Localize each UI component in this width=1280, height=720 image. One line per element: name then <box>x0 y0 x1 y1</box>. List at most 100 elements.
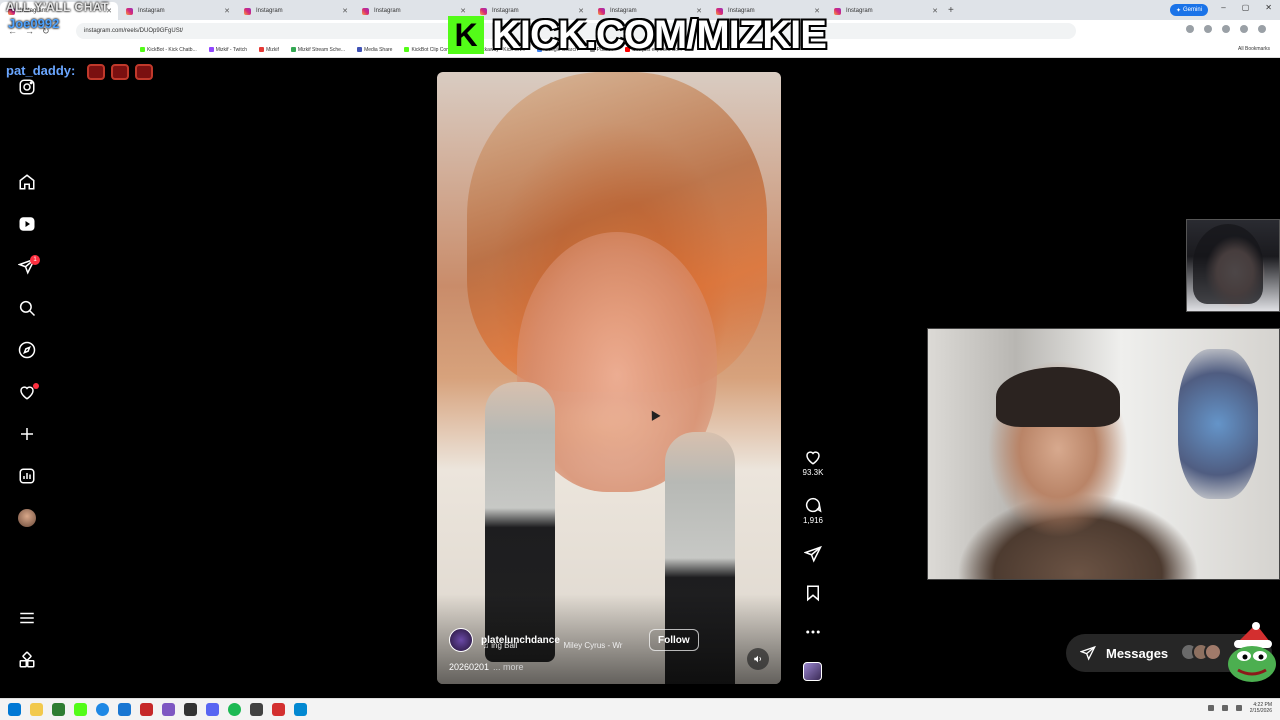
browser-tab[interactable]: Instagram ✕ <box>236 2 354 20</box>
new-tab-button[interactable]: + <box>948 5 954 16</box>
chevron-up-icon[interactable] <box>1207 705 1214 711</box>
chat-title: ALL Y'ALL CHAT <box>6 0 109 14</box>
create-plus-icon[interactable] <box>18 425 36 443</box>
star-icon[interactable] <box>1204 25 1212 33</box>
bookmark-item[interactable]: Mizkif Stream Sche... <box>290 46 346 53</box>
window-controls: – ▢ ✕ <box>1221 3 1272 12</box>
volume-icon[interactable] <box>1235 705 1242 711</box>
share-button[interactable] <box>800 545 826 563</box>
app-icon[interactable] <box>272 703 285 716</box>
tab-close-icon[interactable]: ✕ <box>342 7 348 15</box>
bookmark-label: Mizkif Stream Sche... <box>297 46 346 53</box>
tab-title: Instagram <box>846 8 873 14</box>
like-button[interactable]: 93.3K <box>800 448 826 477</box>
webcam-overlay-small <box>1186 219 1280 312</box>
chat-username: pat_daddy: <box>6 63 76 78</box>
emote-icon <box>86 63 105 80</box>
message-avatars <box>1180 643 1222 661</box>
chat-emotes <box>86 63 153 80</box>
instagram-logo-icon[interactable] <box>18 78 36 96</box>
avatar <box>1204 643 1222 661</box>
obs-icon[interactable] <box>184 703 197 716</box>
more-options-button[interactable] <box>800 623 826 641</box>
tab-title: Instagram <box>138 8 165 14</box>
bookmark-label: Mizkif - Twitch <box>215 46 248 53</box>
kick-app-icon[interactable] <box>74 703 87 716</box>
tab-close-icon[interactable]: ✕ <box>932 7 938 15</box>
spotify-icon[interactable] <box>228 703 241 716</box>
profile-icon[interactable] <box>1240 25 1248 33</box>
kebab-menu-icon[interactable] <box>1258 25 1266 33</box>
windows-taskbar: 4:22 PM 2/15/2026 <box>0 698 1280 720</box>
bookmark-item[interactable]: KickBot - Kick Chatb... <box>140 47 197 53</box>
ellipsis-icon <box>806 630 820 634</box>
emote-icon <box>110 63 129 80</box>
bookmark-favicon-icon <box>404 47 410 52</box>
bookmark-favicon-icon <box>208 47 214 52</box>
hamburger-menu-icon[interactable] <box>18 609 36 627</box>
webcam-hair <box>1193 224 1263 304</box>
search-icon[interactable] <box>18 299 36 317</box>
also-from-meta-icon[interactable] <box>18 651 36 669</box>
bookmark-icon <box>807 585 819 602</box>
reel-caption: 20260201... more <box>449 662 524 672</box>
kick-logo-icon: K <box>448 16 484 54</box>
bookmark-label: Media Share <box>364 46 393 53</box>
minimize-button[interactable]: – <box>1221 3 1225 12</box>
browser-icon[interactable] <box>118 703 131 716</box>
bookmark-item[interactable]: Mizkif <box>259 47 279 53</box>
maximize-button[interactable]: ▢ <box>1242 3 1250 12</box>
chrome-icon[interactable] <box>96 703 109 716</box>
more-link[interactable]: ... more <box>493 662 524 672</box>
tab-title: Instagram <box>256 8 283 14</box>
reel-video[interactable]: platelunchdance ♫ ing Ball Miley Cyrus -… <box>437 72 781 684</box>
dashboard-icon[interactable] <box>18 467 36 485</box>
app-icon[interactable] <box>140 703 153 716</box>
save-button[interactable] <box>800 584 826 602</box>
music-artist: Miley Cyrus - Wr <box>563 641 623 650</box>
bookmark-favicon-icon <box>357 47 363 52</box>
gemini-label: Gemini <box>1182 7 1202 13</box>
comment-icon <box>805 497 822 513</box>
tab-close-icon[interactable]: ✕ <box>224 7 230 15</box>
wifi-icon[interactable] <box>1221 705 1228 711</box>
zoom-icon[interactable] <box>1186 25 1194 33</box>
address-bar-icons <box>1186 25 1266 33</box>
home-icon[interactable] <box>18 173 36 191</box>
bookmark-item[interactable]: Media Share <box>357 47 392 53</box>
gemini-button[interactable]: ✦ Gemini <box>1169 4 1208 16</box>
comment-count: 1,916 <box>802 516 824 525</box>
notification-dot <box>33 383 39 389</box>
file-explorer-icon[interactable] <box>30 703 43 716</box>
all-bookmarks-link[interactable]: All Bookmarks <box>1238 46 1270 52</box>
profile-avatar[interactable] <box>18 509 36 527</box>
chat-overlay: ALL Y'ALL CHAT Joe0992 pat_daddy: <box>6 0 153 80</box>
explore-icon[interactable] <box>18 341 36 359</box>
app-icon[interactable] <box>294 703 307 716</box>
app-icon[interactable] <box>162 703 175 716</box>
clock[interactable]: 4:22 PM 2/15/2026 <box>1250 702 1272 714</box>
reels-icon[interactable] <box>18 215 36 233</box>
comment-button[interactable]: 1,916 <box>800 496 826 525</box>
extensions-icon[interactable] <box>1222 25 1230 33</box>
app-icon[interactable] <box>52 703 65 716</box>
discord-icon[interactable] <box>206 703 219 716</box>
close-window-button[interactable]: ✕ <box>1265 3 1272 12</box>
mute-button[interactable] <box>747 648 769 670</box>
reel-music[interactable]: ♫ ing Ball Miley Cyrus - Wr <box>483 641 622 650</box>
browser-tab[interactable]: Instagram ✕ <box>118 2 236 20</box>
kick-banner: K KICK.COM/MIZKIE <box>448 12 827 58</box>
creator-avatar[interactable] <box>449 628 473 652</box>
instagram-favicon-icon <box>362 7 369 15</box>
bookmark-favicon-icon <box>259 47 265 52</box>
bookmark-favicon-icon <box>290 47 296 52</box>
caption-text: 20260201 <box>449 662 490 672</box>
windows-start-icon[interactable] <box>8 703 21 716</box>
follow-button[interactable]: Follow <box>649 629 699 651</box>
steam-icon[interactable] <box>250 703 263 716</box>
bookmark-label: Mizkif <box>266 46 279 53</box>
audio-thumbnail[interactable] <box>803 662 822 681</box>
browser-tab[interactable]: Instagram ✕ <box>826 2 944 20</box>
bookmark-item[interactable]: Mizkif - Twitch <box>208 46 248 53</box>
webcam-hair <box>996 367 1120 427</box>
